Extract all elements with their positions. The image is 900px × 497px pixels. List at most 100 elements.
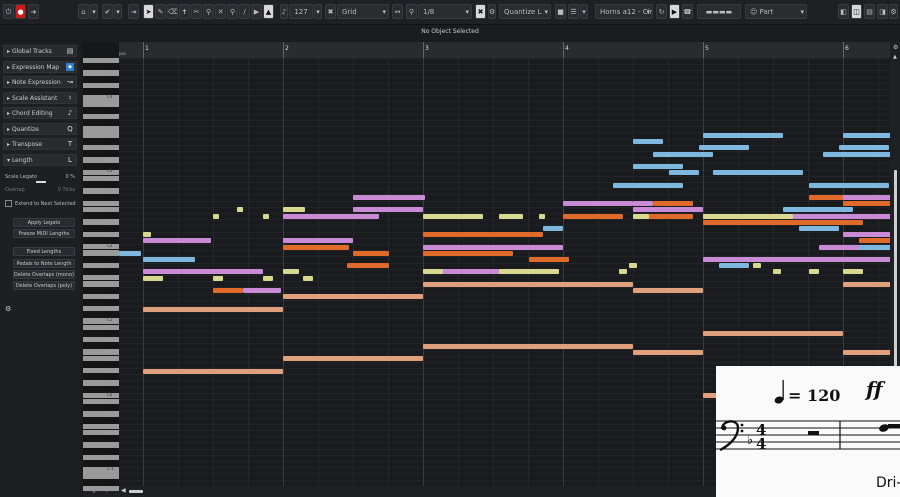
midi-note[interactable] [843,281,890,287]
inspector-section-quantize[interactable]: ▸ Quantize Q [3,123,77,135]
glue-tool[interactable]: ⚲ [203,4,214,19]
midi-note[interactable] [143,275,163,281]
black-key[interactable] [83,287,103,293]
black-key[interactable] [83,268,103,275]
midi-note[interactable] [303,275,313,281]
midi-note[interactable] [283,356,423,362]
white-key[interactable] [83,70,119,76]
white-key[interactable] [83,206,119,213]
midi-note[interactable] [859,238,890,244]
color-button[interactable]: ■ [555,4,566,19]
white-key[interactable] [83,473,119,479]
midi-note[interactable] [809,182,889,188]
scroll-left-icon[interactable]: ◀ [121,487,126,494]
black-key[interactable] [83,89,103,95]
midi-note[interactable] [653,151,713,157]
black-key[interactable] [83,138,103,144]
white-key[interactable] [83,392,119,399]
white-key[interactable] [83,262,119,268]
audition-button[interactable]: ▶ [669,4,680,19]
black-key[interactable] [83,107,103,113]
midi-note[interactable] [843,201,890,207]
black-key[interactable] [83,76,103,82]
quantize-settings-button[interactable]: ⚙ [488,4,496,19]
white-key[interactable] [83,399,119,405]
midi-note[interactable] [263,275,273,281]
midi-note[interactable] [753,263,761,269]
midi-note[interactable] [143,232,151,238]
record-button[interactable]: ● [15,4,26,19]
midi-note[interactable] [423,244,563,250]
white-key[interactable] [83,231,119,237]
midi-note[interactable] [633,207,703,213]
solo-dropdown[interactable]: ▾ [114,4,122,19]
list-dropdown[interactable]: ▾ [580,4,588,19]
extend-to-next-row[interactable]: Extend to Next Selected [5,199,77,209]
midi-note[interactable] [703,213,793,219]
edit-context-button[interactable]: ➜ [28,4,39,19]
white-key[interactable] [83,113,119,120]
midi-note[interactable] [143,238,211,244]
midi-note[interactable] [633,139,663,145]
midi-note[interactable] [809,269,819,275]
white-key[interactable] [83,281,119,287]
black-key[interactable] [83,405,103,411]
midi-note[interactable] [347,263,389,269]
independent-track-loop-button[interactable]: ↻ [656,4,667,19]
midi-note[interactable] [823,151,890,157]
midi-note[interactable] [119,250,141,256]
lower-zone-toggle[interactable]: ▤ [864,4,875,19]
snap-button[interactable]: ✖ [325,4,336,19]
midi-note[interactable] [353,207,423,213]
scale-legato-slider[interactable] [36,181,46,183]
black-key[interactable] [83,386,103,392]
midi-note[interactable] [539,213,545,219]
midi-note[interactable] [563,201,633,207]
black-key[interactable] [83,436,103,442]
black-key[interactable] [83,448,103,454]
midi-note[interactable] [839,145,889,151]
inspector-section-scale-assistant[interactable]: ▸ Scale Assistant ♮ [3,92,77,104]
midi-note[interactable] [613,182,683,188]
erase-tool[interactable]: ⌫ [167,4,178,19]
delete-overlaps-poly-button[interactable]: Delete Overlaps (poly) [13,281,75,290]
pedals-to-note-length-button[interactable]: Pedals to Note Length [13,259,75,268]
midi-note[interactable] [859,244,890,250]
black-key[interactable] [83,330,103,337]
part-select[interactable]: ☺ Part ▾ [745,4,807,19]
white-key[interactable] [83,58,119,64]
midi-note[interactable] [283,269,299,275]
black-key[interactable] [83,374,103,380]
play-tool[interactable]: ▶ [251,4,262,19]
white-key[interactable] [83,157,119,163]
white-key[interactable] [83,175,119,182]
midi-note[interactable] [843,269,863,275]
right-zone-toggle[interactable]: ◨ [877,4,888,19]
black-key[interactable] [83,299,103,306]
white-key[interactable] [83,132,119,138]
zoom-tool[interactable]: ⚲ [227,4,238,19]
white-key[interactable] [83,442,119,448]
black-key[interactable] [83,256,103,262]
midi-note[interactable] [799,226,839,231]
white-key[interactable] [83,380,119,386]
monitor-button[interactable]: ☎ [682,4,693,19]
midi-note[interactable] [713,170,803,176]
midi-note[interactable] [499,213,523,219]
white-key[interactable] [83,411,119,417]
midi-note[interactable] [633,350,703,355]
white-key[interactable] [83,324,119,330]
midi-note[interactable] [143,306,283,312]
black-key[interactable] [83,151,103,157]
white-key[interactable] [83,306,119,312]
trim-tool[interactable]: ✝ [179,4,190,19]
midi-note[interactable] [529,257,569,262]
freeze-midi-lengths-button[interactable]: Freeze MIDI Lengths [13,229,75,238]
grid-type-select[interactable]: Grid ▾ [337,4,389,19]
midi-note[interactable] [843,350,890,355]
white-key[interactable] [83,275,119,281]
midi-note[interactable] [619,269,627,275]
midi-note[interactable] [237,207,243,213]
midi-note[interactable] [423,281,633,287]
midi-note[interactable] [629,263,637,269]
